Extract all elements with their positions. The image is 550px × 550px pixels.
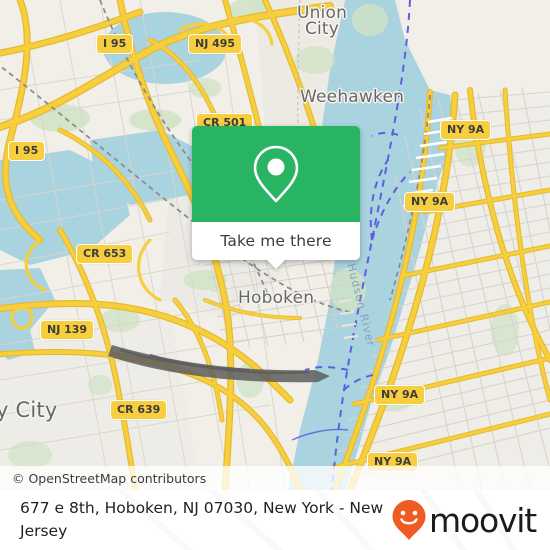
callout-tail [266, 259, 286, 269]
map-canvas[interactable]: Union City Weehawken Hoboken y City Huds… [0, 0, 550, 490]
moovit-map-share-card: Union City Weehawken Hoboken y City Huds… [0, 0, 550, 550]
callout-action-bar[interactable]: Take me there [192, 222, 360, 269]
footer-bar: 677 e 8th, Hoboken, NJ 07030, New York -… [0, 490, 550, 550]
destination-callout-card[interactable]: Take me there [192, 126, 360, 269]
moovit-pin-smile-icon [392, 500, 426, 540]
moovit-wordmark: moovit [429, 500, 537, 540]
location-title: 677 e 8th, Hoboken, NJ 07030, New York -… [20, 499, 384, 540]
take-me-there-label: Take me there [220, 232, 332, 250]
map-attribution-bar: © OpenStreetMap contributors [0, 466, 550, 490]
moovit-logo[interactable]: moovit [390, 498, 550, 542]
map-pin-icon [253, 145, 299, 203]
osm-attribution-text[interactable]: © OpenStreetMap contributors [0, 471, 206, 486]
callout-header [192, 126, 360, 222]
